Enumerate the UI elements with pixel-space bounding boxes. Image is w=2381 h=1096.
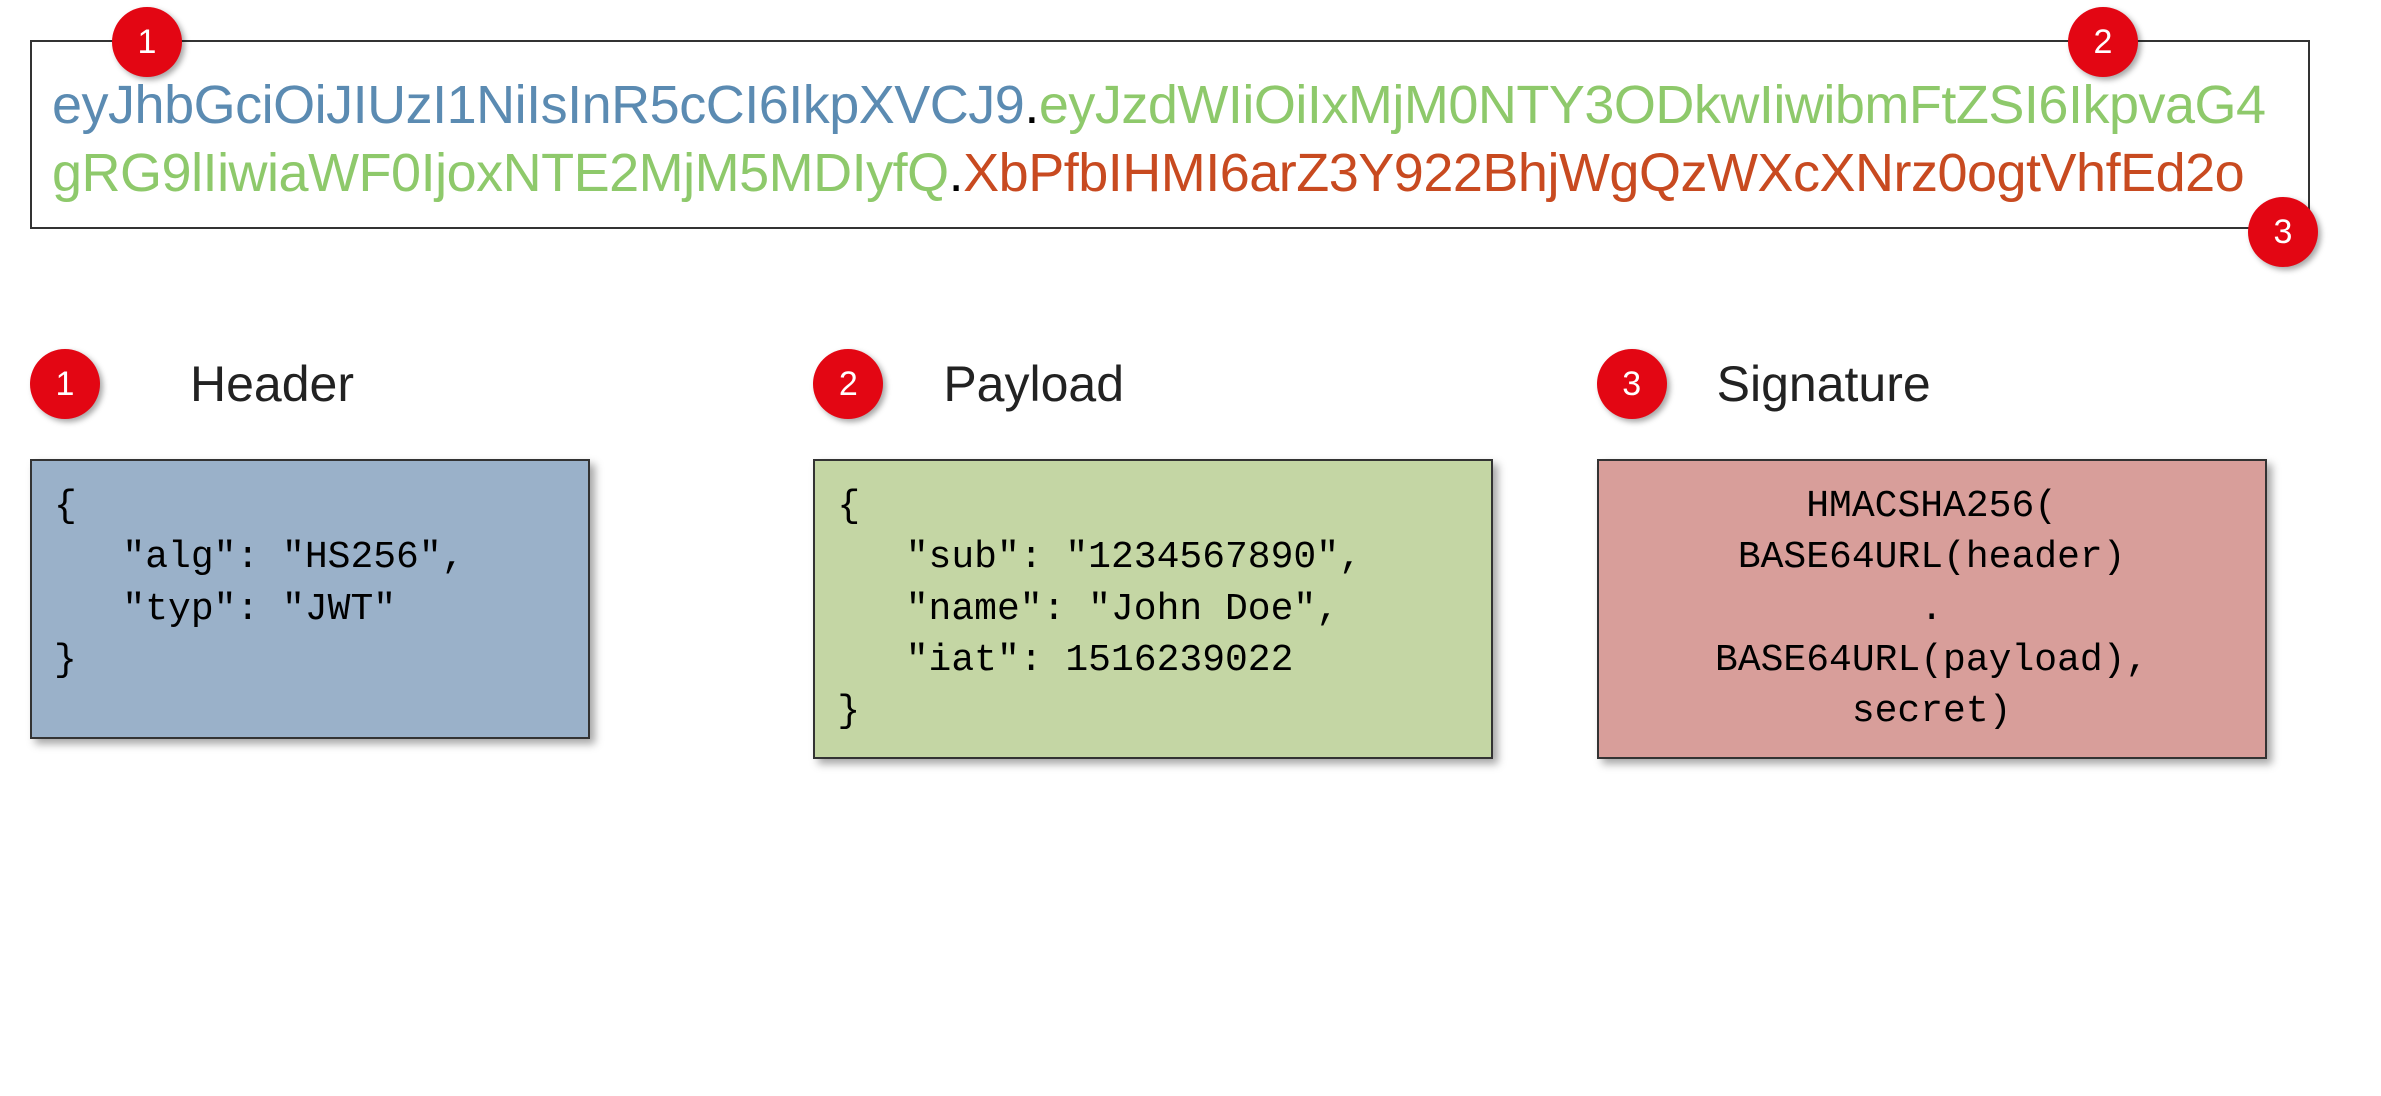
header-code-box: { "alg": "HS256", "typ": "JWT" } bbox=[30, 459, 590, 739]
sections-row: 1 Header { "alg": "HS256", "typ": "JWT" … bbox=[30, 349, 2310, 759]
badge-header-section: 1 bbox=[30, 349, 100, 419]
section-payload-title-row: 2 Payload bbox=[813, 349, 1526, 419]
signature-code-box: HMACSHA256( BASE64URL(header) . BASE64UR… bbox=[1597, 459, 2267, 759]
jwt-signature-segment: XbPfbIHMI6arZ3Y922BhjWgQzWXcXNrz0ogtVhfE… bbox=[963, 143, 2244, 203]
jwt-dot-2: . bbox=[949, 143, 964, 203]
jwt-token-box: 1 2 3 eyJhbGciOiJIUzI1NiIsInR5cCI6IkpXVC… bbox=[30, 40, 2310, 229]
section-header: 1 Header { "alg": "HS256", "typ": "JWT" … bbox=[30, 349, 743, 759]
badge-payload-marker: 2 bbox=[2068, 7, 2138, 77]
badge-header-marker: 1 bbox=[112, 7, 182, 77]
section-signature-title: Signature bbox=[1717, 355, 1931, 413]
section-signature-title-row: 3 Signature bbox=[1597, 349, 2310, 419]
jwt-dot-1: . bbox=[1024, 75, 1039, 135]
section-signature: 3 Signature HMACSHA256( BASE64URL(header… bbox=[1597, 349, 2310, 759]
badge-signature-marker: 3 bbox=[2248, 197, 2318, 267]
section-header-title: Header bbox=[190, 355, 354, 413]
badge-payload-section: 2 bbox=[813, 349, 883, 419]
badge-signature-section: 3 bbox=[1597, 349, 1667, 419]
section-payload: 2 Payload { "sub": "1234567890", "name":… bbox=[813, 349, 1526, 759]
jwt-token-text: eyJhbGciOiJIUzI1NiIsInR5cCI6IkpXVCJ9.eyJ… bbox=[52, 72, 2288, 207]
jwt-header-segment: eyJhbGciOiJIUzI1NiIsInR5cCI6IkpXVCJ9 bbox=[52, 75, 1024, 135]
section-payload-title: Payload bbox=[943, 355, 1124, 413]
section-header-title-row: 1 Header bbox=[30, 349, 743, 419]
payload-code-box: { "sub": "1234567890", "name": "John Doe… bbox=[813, 459, 1493, 759]
